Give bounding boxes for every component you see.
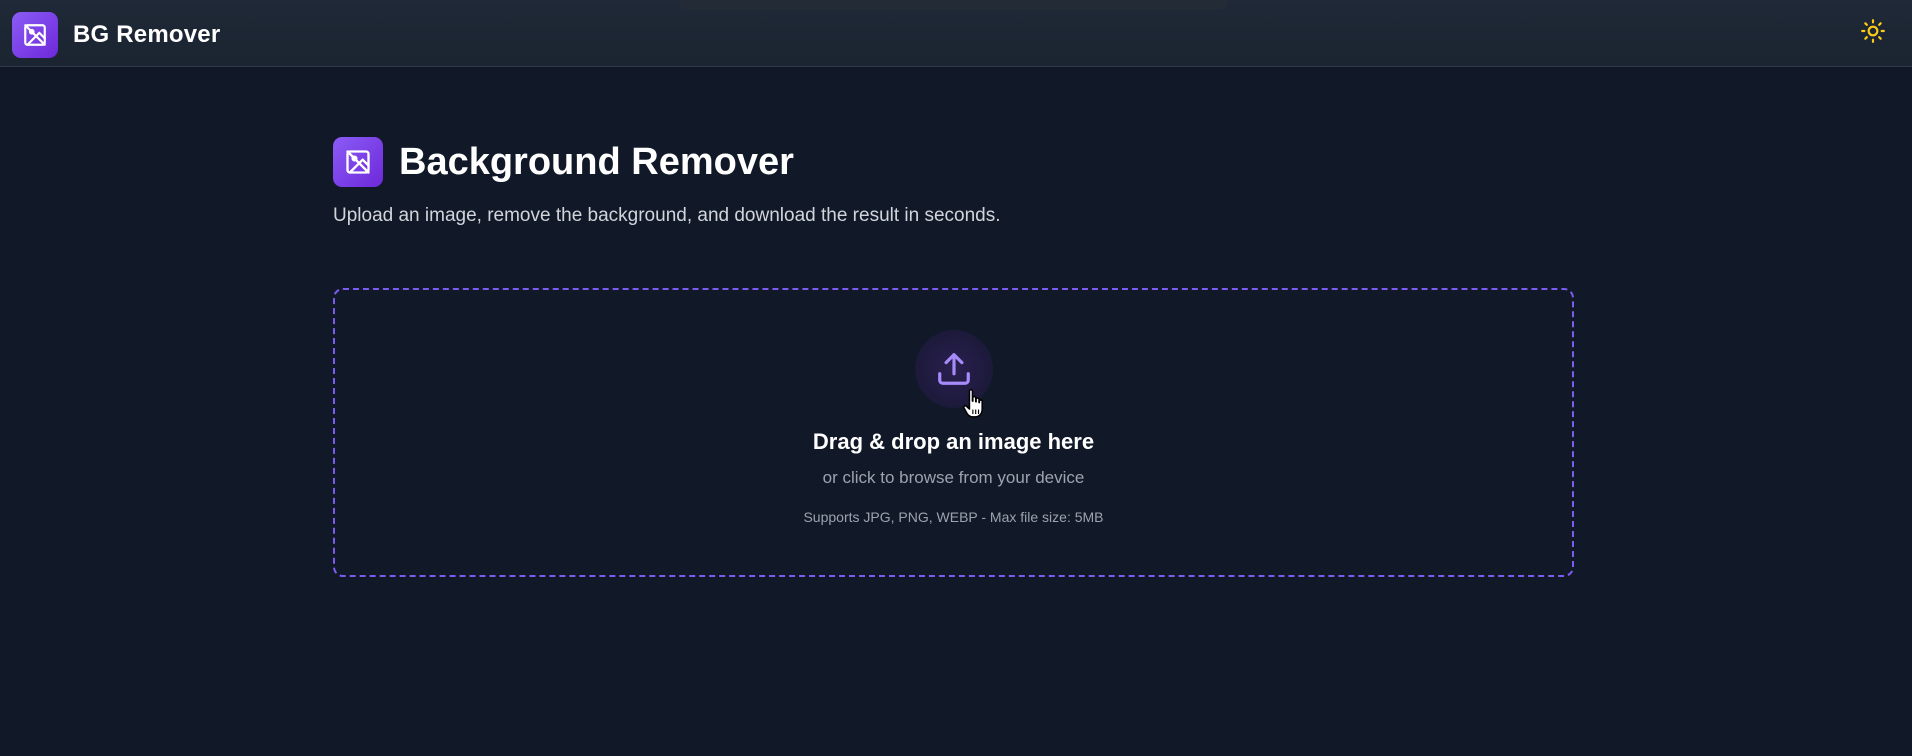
sun-icon xyxy=(1861,19,1885,43)
upload-dropzone[interactable]: Drag & drop an image here or click to br… xyxy=(333,288,1574,577)
dropzone-subtitle: or click to browse from your device xyxy=(822,468,1085,487)
title-row: Background Remover xyxy=(333,137,1574,187)
dropzone-title: Drag & drop an image here xyxy=(812,429,1095,454)
top-navbar: BG Remover xyxy=(0,0,1912,67)
window-top-strip xyxy=(680,0,1226,10)
dropzone-file-note: Supports JPG, PNG, WEBP - Max file size:… xyxy=(803,509,1104,525)
brand[interactable]: BG Remover xyxy=(12,12,220,58)
hand-pointer-cursor-icon xyxy=(963,389,983,418)
upload-icon xyxy=(937,353,970,385)
main-content: Background Remover Upload an image, remo… xyxy=(333,137,1574,227)
image-off-icon xyxy=(12,12,58,58)
page-title: Background Remover xyxy=(399,140,794,183)
page-subtitle: Upload an image, remove the background, … xyxy=(333,205,1001,226)
theme-toggle-button[interactable] xyxy=(1858,16,1888,46)
brand-name: BG Remover xyxy=(73,21,221,48)
image-off-icon xyxy=(333,137,383,187)
